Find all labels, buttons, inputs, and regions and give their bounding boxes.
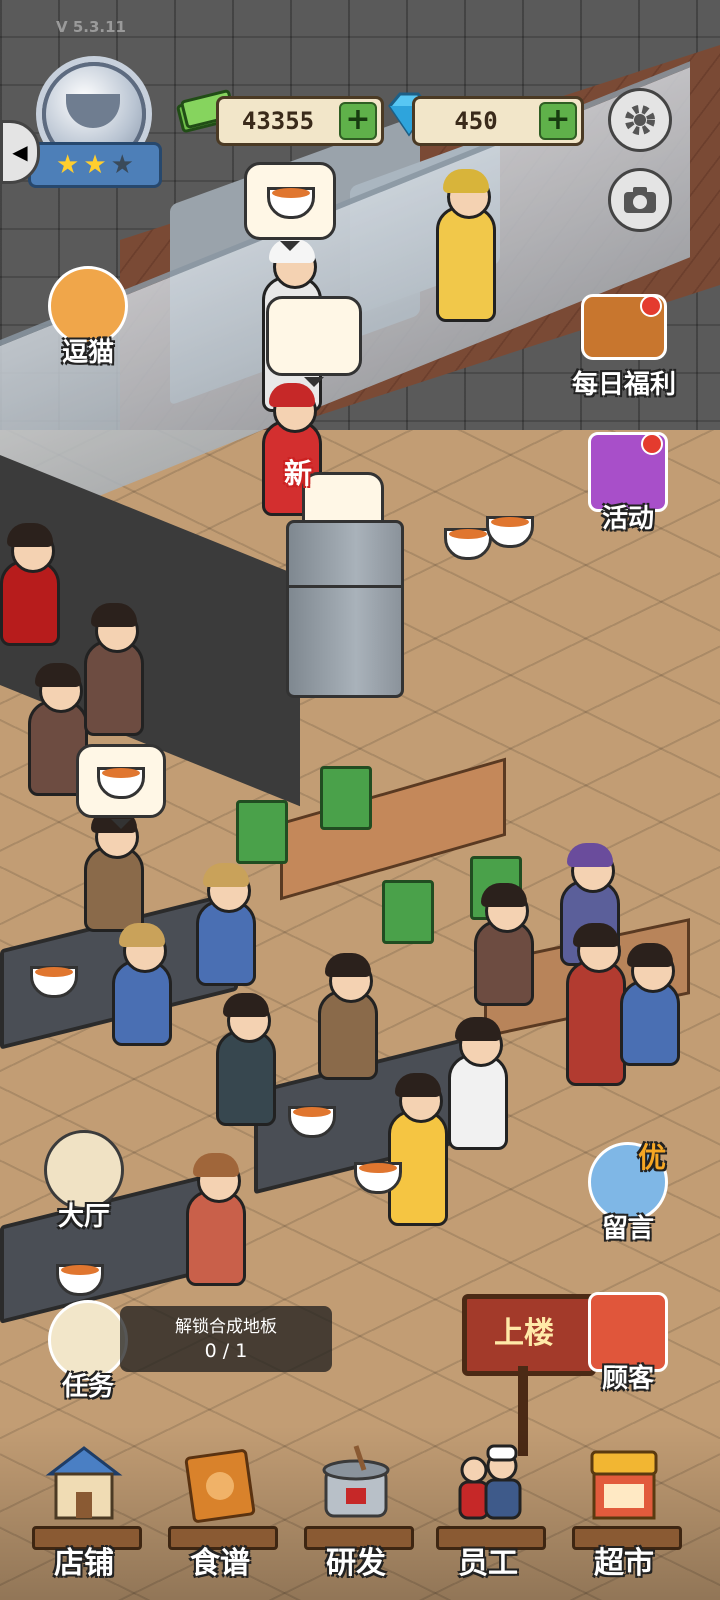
star-empty-icon: ★	[110, 150, 134, 180]
customer[interactable]	[216, 993, 276, 1126]
nav-supermarket[interactable]: 超市	[564, 1432, 684, 1592]
events-label: 活动	[601, 504, 654, 534]
shop-icon	[44, 1440, 124, 1526]
customer[interactable]	[196, 863, 256, 986]
customer[interactable]	[84, 603, 144, 736]
nav-research[interactable]: 研发	[296, 1432, 416, 1592]
nav-shop[interactable]: 店铺	[24, 1432, 144, 1592]
supermarket-icon	[584, 1440, 664, 1526]
order-bubble[interactable]	[244, 162, 336, 251]
gem-value: 450	[454, 107, 498, 135]
messages-button[interactable]: 优 留言	[568, 1141, 688, 1245]
speaker-icon: ◀	[12, 140, 28, 164]
daily-bonus-label: 每日福利	[571, 370, 676, 400]
nav-supermarket-label: 超市	[594, 1546, 654, 1581]
settings-button[interactable]	[608, 88, 672, 152]
star-icon: ★	[83, 150, 107, 180]
messages-label: 留言	[601, 1214, 654, 1244]
customer[interactable]	[318, 953, 378, 1080]
chair	[236, 800, 288, 864]
waiter-character[interactable]	[566, 923, 626, 1086]
noodle-bowl-icon	[97, 767, 145, 799]
current-task-panel[interactable]: 解锁合成地板 0 / 1	[120, 1306, 332, 1372]
cooking-pot-icon	[316, 1440, 396, 1526]
noodle-bowl-icon	[267, 187, 315, 219]
nav-recipes[interactable]: 食谱	[160, 1432, 280, 1592]
nav-recipes-label: 食谱	[190, 1546, 250, 1581]
kitchen-helper-character[interactable]	[436, 169, 496, 322]
money-value: 43355	[241, 107, 315, 135]
excellent-tag: 优	[638, 1141, 667, 1174]
lobby-label: 大厅	[57, 1202, 110, 1232]
recipe-book-icon	[180, 1440, 260, 1526]
cashier-character[interactable]	[0, 523, 60, 646]
task-progress: 0 / 1	[204, 1340, 248, 1362]
ingredient-bubble[interactable]	[266, 296, 362, 387]
customer[interactable]	[112, 923, 172, 1046]
notification-dot	[641, 433, 663, 455]
customers-label: 顾客	[601, 1364, 654, 1394]
nav-research-label: 研发	[326, 1546, 386, 1581]
customer[interactable]	[84, 809, 144, 932]
nav-shop-label: 店铺	[54, 1546, 114, 1581]
star-icon: ★	[56, 150, 80, 180]
events-button[interactable]: 活动	[568, 432, 688, 535]
chair	[320, 766, 372, 830]
gear-icon	[625, 105, 655, 135]
task-title: 解锁合成地板	[175, 1317, 277, 1337]
notification-dot	[640, 295, 662, 317]
chair	[382, 880, 434, 944]
tv-reward-icon	[581, 294, 667, 360]
camera-icon	[624, 187, 656, 213]
add-gems-button[interactable]: +	[539, 102, 577, 140]
add-money-button[interactable]: +	[339, 102, 377, 140]
staff-icon	[448, 1440, 528, 1526]
customer[interactable]	[448, 1017, 508, 1150]
new-tag: 新	[284, 457, 313, 490]
cat-button[interactable]: 逗猫	[28, 266, 148, 369]
cat-button-label: 逗猫	[61, 338, 114, 368]
customer[interactable]	[474, 883, 534, 1006]
screenshot-button[interactable]	[608, 168, 672, 232]
money-counter: 43355 +	[216, 96, 384, 146]
completed-order-bubble[interactable]	[76, 744, 166, 829]
nav-staff-label: 员工	[458, 1546, 518, 1581]
version-label: V 5.3.11	[56, 18, 126, 36]
lobby-button[interactable]: 大厅	[24, 1130, 144, 1233]
rank-stars: ★ ★ ★	[28, 142, 162, 188]
gem-counter: 450 +	[412, 96, 584, 146]
customers-button[interactable]: 顾客	[568, 1292, 688, 1395]
restaurant-rank-badge[interactable]: ★ ★ ★	[28, 62, 162, 188]
fridge[interactable]	[286, 520, 404, 698]
customer[interactable]	[186, 1153, 246, 1286]
daily-bonus-button[interactable]: 每日福利	[556, 294, 692, 401]
nav-staff[interactable]: 员工	[428, 1432, 548, 1592]
customer[interactable]	[620, 943, 680, 1066]
